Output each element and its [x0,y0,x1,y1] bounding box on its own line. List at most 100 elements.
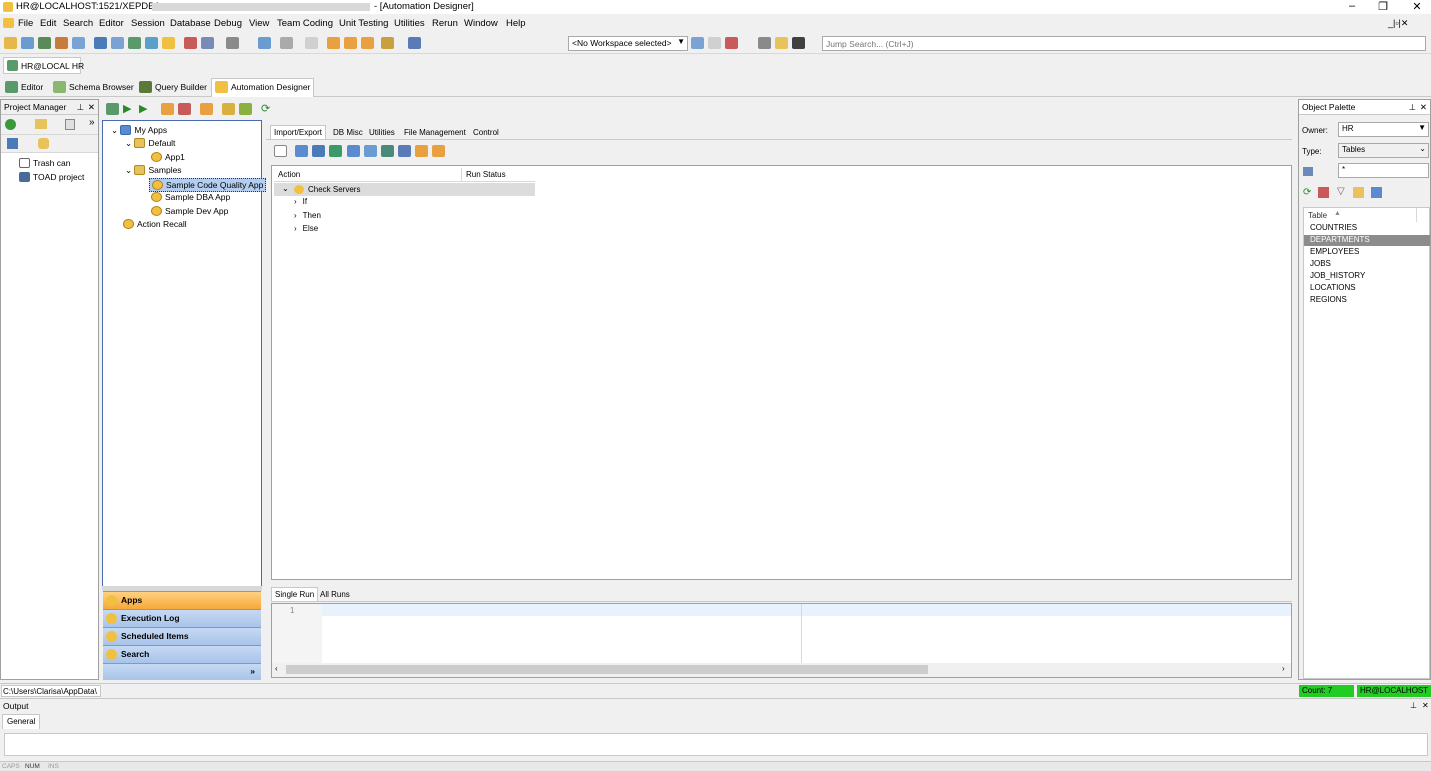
add-action-icon[interactable] [161,103,174,115]
tree-item-action-recall[interactable]: Action Recall [123,219,187,229]
tree-item-samples[interactable]: ⌄ Samples [125,165,182,176]
workspace-save-icon[interactable] [691,37,704,49]
run-step-icon[interactable]: ▶ [139,102,147,115]
move-up-icon[interactable] [222,103,235,115]
remove-action-icon[interactable] [178,103,191,115]
table-row-departments[interactable]: DEPARTMENTS [1310,235,1370,244]
menu-file[interactable]: File [18,18,33,29]
nav-more-button[interactable]: » [103,663,261,680]
close-button[interactable]: ✕ [1408,0,1426,13]
connection-tab[interactable]: HR@LOCAL HR [3,57,84,74]
rollback-icon[interactable] [344,37,357,49]
schema-browser-icon[interactable] [21,37,34,49]
tab-utilities[interactable]: Utilities [366,126,398,140]
refresh-icon[interactable]: ⟳ [1303,187,1311,198]
export-dataset-icon[interactable] [295,145,308,157]
tab-general[interactable]: General [2,714,41,729]
copy-icon[interactable] [758,37,771,49]
import-table-icon[interactable] [329,145,342,157]
folder-icon[interactable] [35,119,47,129]
project-tab-icon[interactable] [7,138,18,149]
owner-select[interactable]: HR ▼ [1338,122,1429,137]
tab-import-export[interactable]: Import/Export [270,125,327,139]
jump-search-input[interactable] [822,36,1426,51]
add-icon[interactable] [5,119,16,130]
action-row-else[interactable]: › Else [294,224,318,233]
output-text-area[interactable] [4,733,1428,756]
grid-icon[interactable] [94,37,107,49]
refresh-icon[interactable] [145,37,158,49]
tab-all-runs[interactable]: All Runs [317,588,353,602]
column-action[interactable]: Action [278,170,300,179]
tree-item-sample-dba-app[interactable]: Sample DBA App [151,192,230,202]
close-icon[interactable]: ✕ [1420,102,1427,113]
menu-rerun[interactable]: Rerun [432,18,458,29]
tree-item-sample-dev-app[interactable]: Sample Dev App [151,206,228,216]
save-grid-icon[interactable] [347,145,360,157]
new-file-icon[interactable] [65,119,75,130]
graduation-cap-icon[interactable] [792,37,805,49]
menu-database[interactable]: Database [170,18,211,29]
nav-scheduled-items-button[interactable]: Scheduled Items [103,627,261,645]
horizontal-scrollbar[interactable]: ‹ › [272,663,1291,677]
open-icon[interactable] [775,37,788,49]
nav-apps-button[interactable]: Apps [103,591,261,609]
scrollbar-thumb[interactable] [286,665,928,674]
report-icon[interactable] [111,37,124,49]
tree-item-default[interactable]: ⌄ Default [125,138,175,149]
menu-team-coding[interactable]: Team Coding [277,18,333,29]
pin-icon[interactable]: ⊥ [1409,102,1416,113]
table-row-job-history[interactable]: JOB_HISTORY [1310,271,1365,280]
table-row-regions[interactable]: REGIONS [1310,295,1347,304]
workspace-select[interactable]: <No Workspace selected> ▼ [568,36,688,51]
table-row-employees[interactable]: EMPLOYEES [1310,247,1359,256]
menu-editor[interactable]: Editor [99,18,124,29]
table-column-header[interactable]: Table [1308,211,1327,220]
debug-icon[interactable] [408,37,421,49]
run-editor[interactable]: 1 ‹ › [271,603,1292,678]
export-table-icon[interactable] [312,145,325,157]
pointer-icon[interactable] [274,145,287,157]
tab-query-builder[interactable]: Query Builder [136,79,210,96]
sql-icon[interactable] [38,37,51,49]
monitor-icon[interactable] [258,37,271,49]
edit-icon[interactable] [1353,187,1364,198]
query-builder-icon[interactable] [55,37,68,49]
maximize-button[interactable]: ❐ [1374,0,1392,13]
database-tab-icon[interactable] [38,138,49,149]
excel-import-icon[interactable] [398,145,411,157]
new-app-icon[interactable] [106,103,119,115]
run-icon[interactable]: ▶ [123,102,131,115]
tab-db-misc[interactable]: DB Misc [330,126,366,140]
table-row-countries[interactable]: COUNTRIES [1310,223,1357,232]
move-down-icon[interactable] [239,103,252,115]
menu-help[interactable]: Help [506,18,526,29]
tab-file-management[interactable]: File Management [401,126,469,140]
session-icon[interactable] [361,37,374,49]
action-row-if[interactable]: › If [294,197,307,206]
tree-item-sample-code-quality-app[interactable]: Sample Code Quality App [149,178,267,192]
menu-utilities[interactable]: Utilities [394,18,425,29]
commit-icon[interactable] [327,37,340,49]
workspace-delete-icon[interactable] [725,37,738,49]
tab-editor[interactable]: Editor [2,79,46,96]
menu-view[interactable]: View [249,18,269,29]
type-select[interactable]: Tables ⌄ [1338,143,1429,158]
automation-icon[interactable] [162,37,175,49]
tree-item-trash-can[interactable]: Trash can [19,158,70,168]
status-connection[interactable]: HR@LOCALHOST [1357,685,1431,697]
menu-session[interactable]: Session [131,18,165,29]
export-ddl-icon[interactable] [432,145,445,157]
network-icon[interactable] [226,37,239,49]
export-icon[interactable] [128,37,141,49]
nav-search-button[interactable]: Search [103,645,261,663]
menu-unit-testing[interactable]: Unit Testing [339,18,388,29]
minimize-button[interactable]: – [1343,0,1361,12]
column-run-status[interactable]: Run Status [466,170,506,179]
compare-data-icon[interactable] [364,145,377,157]
table-row-locations[interactable]: LOCATIONS [1310,283,1356,292]
funnel-icon[interactable]: ▽ [1337,186,1345,197]
mdi-window-controls[interactable]: _|▫|✕ [1388,18,1408,29]
tab-schema-browser[interactable]: Schema Browser [50,79,137,96]
pin-icon[interactable]: ⊥ [77,102,84,113]
